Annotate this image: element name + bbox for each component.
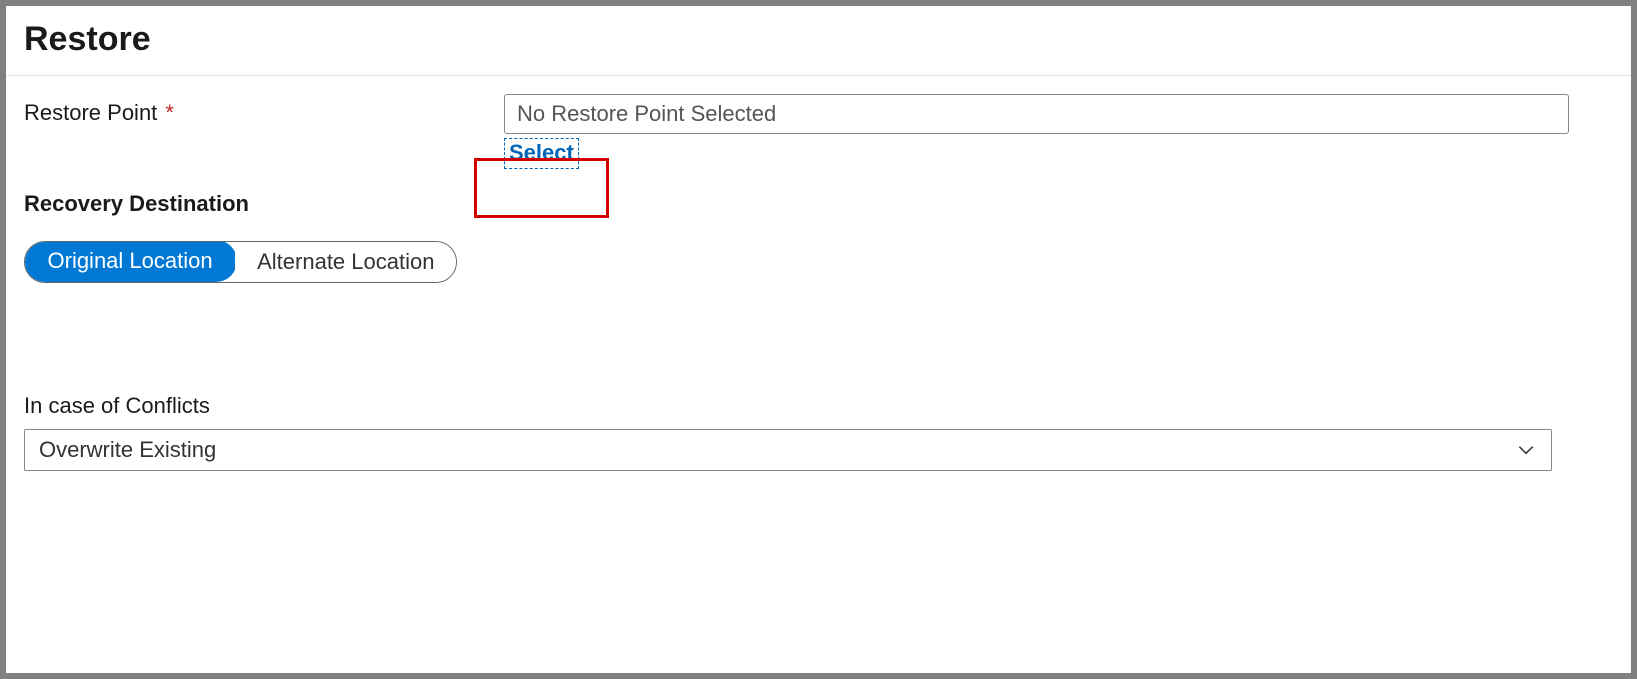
restore-point-field: Select [504,94,1613,169]
restore-point-input[interactable] [504,94,1569,134]
select-restore-point-link[interactable]: Select [504,138,579,169]
restore-panel: Restore Restore Point * Select Recovery … [0,0,1637,679]
restore-point-row: Restore Point * Select [24,94,1613,169]
restore-point-label: Restore Point * [24,94,504,126]
alternate-location-option[interactable]: Alternate Location [235,242,456,282]
header: Restore [6,6,1631,76]
recovery-destination-toggle: Original Location Alternate Location [24,241,457,283]
recovery-destination-label: Recovery Destination [24,191,1613,217]
conflicts-value: Overwrite Existing [39,437,216,463]
select-link-wrap: Select [504,138,579,169]
form-body: Restore Point * Select Recovery Destinat… [6,76,1631,489]
required-asterisk: * [165,100,174,125]
page-title: Restore [24,20,1613,59]
conflicts-label: In case of Conflicts [24,393,1613,419]
chevron-down-icon [1515,439,1537,461]
original-location-option[interactable]: Original Location [24,241,237,283]
conflicts-dropdown[interactable]: Overwrite Existing [24,429,1552,471]
